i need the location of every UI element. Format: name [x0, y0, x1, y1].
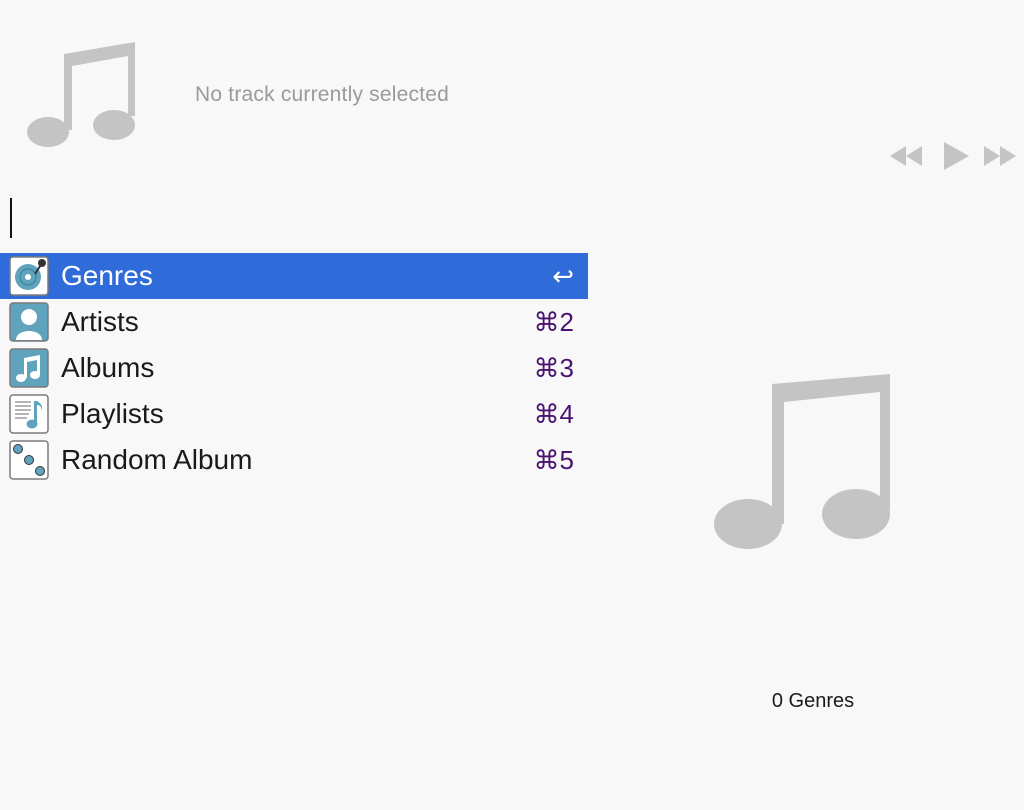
shortcut-label: ⌘5: [533, 445, 574, 475]
list-item-label: Playlists: [61, 398, 164, 429]
list-item-label: Albums: [61, 352, 155, 383]
music-note-icon: [27, 42, 135, 147]
music-note-icon: [9, 348, 49, 388]
rewind-icon[interactable]: [886, 138, 926, 174]
search-input[interactable]: [0, 196, 588, 240]
item-count-label: 0 Genres: [771, 690, 855, 712]
return-icon: ↩: [552, 261, 574, 291]
list-item-label: Random Album: [61, 444, 253, 475]
person-icon: [9, 302, 49, 342]
fast-forward-icon[interactable]: [980, 138, 1020, 174]
now-playing-status: No track currently selected: [195, 83, 449, 106]
list-item-label: Artists: [61, 306, 139, 337]
list-item-artists[interactable]: Artists ⌘2: [0, 299, 588, 345]
dice-icon: [9, 440, 49, 480]
turntable-icon: [9, 256, 49, 296]
list-item-random-album[interactable]: Random Album ⌘5: [0, 437, 588, 483]
play-icon[interactable]: [938, 138, 974, 174]
list-item-genres[interactable]: Genres ↩: [0, 253, 588, 299]
transport-controls: [886, 138, 1020, 174]
list-item-label: Genres: [61, 260, 153, 291]
list-item-albums[interactable]: Albums ⌘3: [0, 345, 588, 391]
text-caret: [10, 198, 12, 238]
shortcut-label: ⌘2: [533, 307, 574, 337]
shortcut-label: ⌘4: [533, 399, 574, 429]
playlist-icon: [9, 394, 49, 434]
music-note-icon: [714, 374, 890, 549]
category-list: Genres ↩ Artists ⌘2 Albums ⌘3 Playlists …: [0, 253, 588, 483]
app-window: No track currently selected Genres ↩ Art…: [0, 0, 1024, 810]
list-item-playlists[interactable]: Playlists ⌘4: [0, 391, 588, 437]
shortcut-label: ⌘3: [533, 353, 574, 383]
